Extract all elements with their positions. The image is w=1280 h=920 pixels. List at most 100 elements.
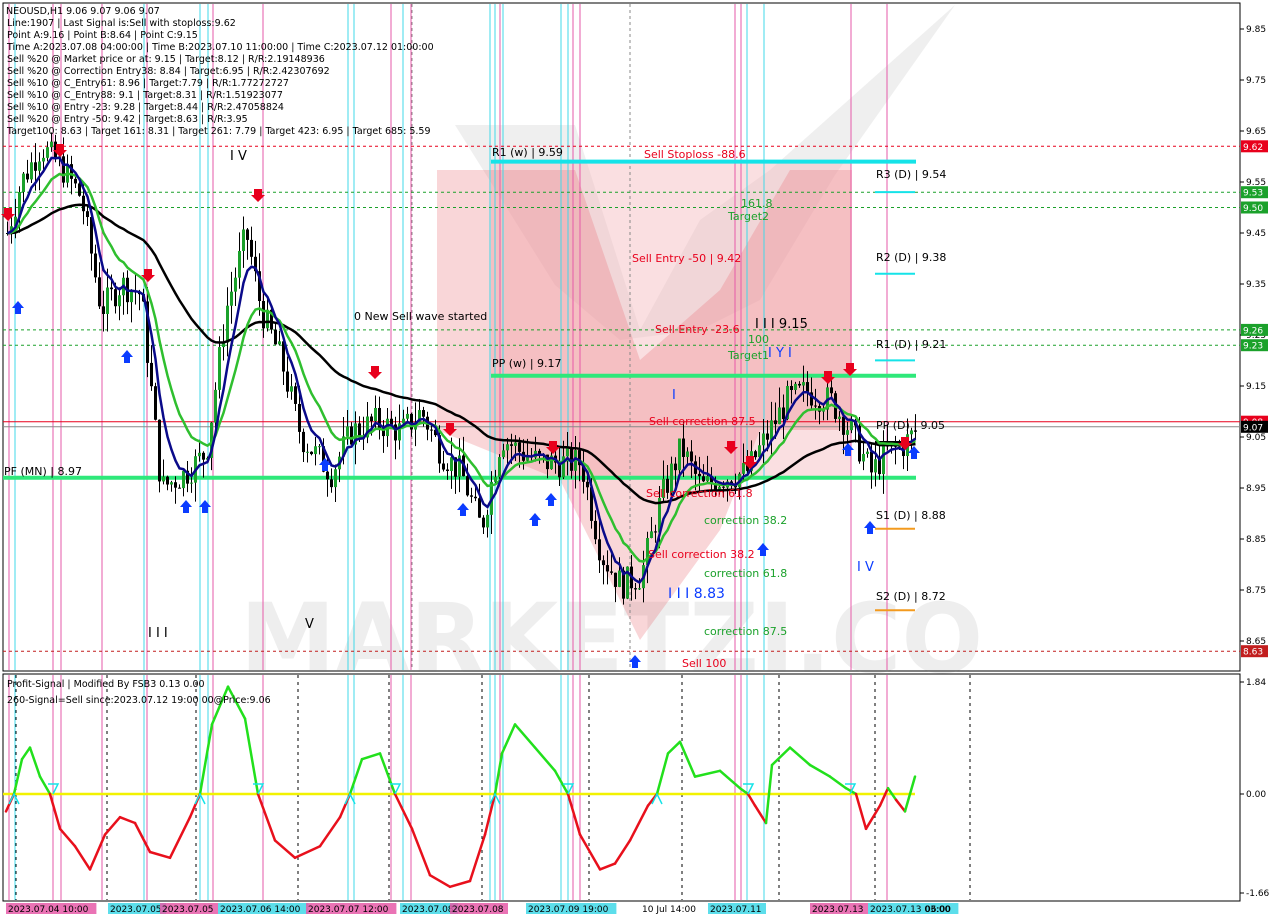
candle-body (838, 416, 841, 419)
candle-body (866, 451, 869, 454)
time-label: 2023.07.08 (402, 905, 454, 915)
new-sell-wave-label: 0 New Sell wave started (354, 310, 487, 323)
candle-body (586, 481, 589, 488)
candle-body (190, 482, 193, 484)
candle-body (482, 517, 485, 528)
candle-body (62, 156, 65, 183)
candle-body (702, 476, 705, 482)
candle-body (878, 459, 881, 475)
time-label: 2023.07.04 10:00 (8, 905, 89, 915)
wave-i-label: I (672, 388, 676, 403)
sell-corr-618-label: Sell correction 61.8 (646, 487, 753, 500)
time-label: 06:00 (925, 905, 951, 915)
candle-body (226, 305, 229, 343)
candle-body (466, 476, 469, 496)
candle-body (566, 448, 569, 457)
candle-body (678, 438, 681, 471)
wave-iii-left-label: I I I (148, 626, 168, 641)
r3d-label: R3 (D) | 9.54 (876, 168, 946, 181)
candle-body (166, 476, 169, 485)
wave-y-label: I Y I (768, 346, 792, 361)
candle-body (102, 306, 105, 314)
candle-body (682, 438, 685, 457)
candle-body (174, 482, 177, 488)
s1d-label: S1 (D) | 8.88 (876, 509, 946, 522)
candle-body (86, 211, 89, 218)
candle-body (74, 178, 77, 184)
candle-body (158, 419, 161, 482)
candle-body (806, 382, 809, 393)
price-tick-label: 9.65 (1246, 127, 1266, 137)
osc-tick-label: 0.00 (1246, 790, 1266, 800)
candle-body (754, 451, 757, 458)
candle-body (374, 407, 377, 422)
candle-body (690, 451, 693, 462)
indicator-panel[interactable] (2, 673, 1241, 902)
candle-body (370, 416, 373, 422)
sell-corr-382-label: Sell correction 38.2 (648, 548, 755, 561)
time-label: 2023.07.13 (812, 905, 864, 915)
sell-stoploss-label: Sell Stoploss -88.6 (644, 148, 746, 161)
candle-body (34, 162, 37, 171)
candle-body (162, 476, 165, 482)
fib-161-label: 161.8 (741, 197, 773, 210)
indicator-signal-line: 260-Signal=Sell since:2023.07.12 19:00 0… (7, 695, 271, 706)
candle-body (802, 382, 805, 386)
candle-body (50, 141, 53, 148)
candle-body (474, 496, 477, 499)
wave-v-label: V (305, 617, 314, 632)
candle-body (290, 386, 293, 392)
candle-body (798, 383, 801, 386)
target1-label: Target1 (727, 349, 769, 362)
time-axis[interactable]: 2023.07.04 10:00 2023.07.05 2023.07.05 2023… (6, 903, 959, 915)
price-badge-label: 9.23 (1243, 342, 1263, 352)
candle-body (766, 433, 769, 440)
candle-body (638, 588, 641, 590)
candle-body (486, 514, 489, 528)
candle-body (814, 405, 817, 407)
candle-body (346, 426, 349, 437)
ppd-label: PP (D) | 9.05 (876, 419, 945, 432)
candle-body (110, 287, 113, 290)
wave-iii-high-label: I I I 9.15 (755, 317, 808, 332)
candle-body (842, 416, 845, 435)
price-tick-label: 8.75 (1246, 586, 1266, 596)
candle-body (450, 457, 453, 472)
candle-body (634, 588, 637, 590)
candle-body (106, 287, 109, 314)
info-line: Point A:9.16 | Point B:8.64 | Point C:9.… (7, 30, 198, 41)
candle-body (326, 471, 329, 480)
candle-body (650, 531, 653, 539)
candle-body (706, 476, 709, 482)
candle-body (430, 429, 433, 431)
price-badge-label: 9.62 (1243, 143, 1263, 153)
candle-body (874, 459, 877, 473)
candle-body (594, 520, 597, 540)
candle-body (286, 371, 289, 392)
corr-382-label: correction 38.2 (704, 514, 787, 527)
candle-body (198, 452, 201, 457)
candle-body (518, 442, 521, 452)
candle-body (202, 452, 205, 460)
candle-body (262, 301, 265, 329)
candle-body (422, 410, 425, 417)
candle-body (330, 479, 333, 488)
fib-100-label: 100 (748, 333, 769, 346)
candle-body (278, 341, 281, 345)
time-label: 2023.07.11 (710, 905, 762, 915)
candle-body (618, 570, 621, 587)
candle-body (686, 451, 689, 457)
info-line: Line:1907 | Last Signal is:Sell with sto… (7, 18, 236, 29)
candle-body (614, 572, 617, 587)
candle-body (514, 442, 517, 446)
candle-body (42, 157, 45, 162)
price-badge-label: 8.63 (1243, 648, 1263, 658)
osc-tick-label: -1.66 (1246, 889, 1270, 899)
candle-body (406, 413, 409, 419)
price-tick-label: 9.35 (1246, 280, 1266, 290)
s2d-label: S2 (D) | 8.72 (876, 590, 946, 603)
sell-entry-236-label: Sell Entry -23.6 (655, 323, 740, 336)
time-label: 2023.07.06 14:00 (220, 905, 301, 915)
time-label: 10 Jul 14:00 (642, 905, 696, 915)
candle-body (610, 571, 613, 573)
